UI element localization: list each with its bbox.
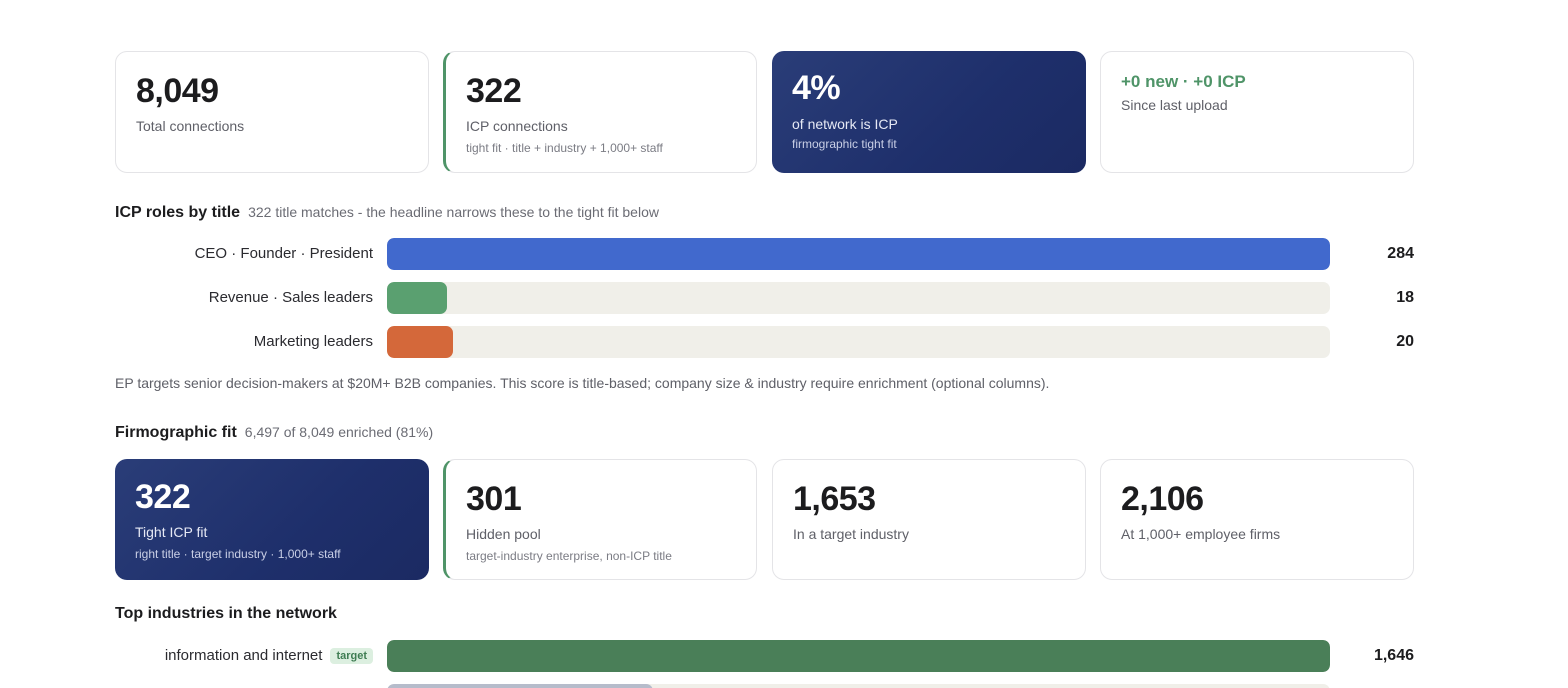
industry-bar-track: [387, 640, 1330, 672]
tight-icp-fit-card: 322 Tight ICP fit right title · target i…: [115, 459, 429, 580]
industry-bar-label-text: information and internet: [164, 647, 323, 664]
role-bar-label: CEO · Founder · President: [195, 245, 373, 262]
enterprise-firms-value: 2,106: [1121, 480, 1204, 518]
network-icp-share-card: 4% of network is ICP firmographic tight …: [772, 51, 1086, 173]
role-bar-track: [387, 282, 1330, 314]
enterprise-firms-card: 2,106 At 1,000+ employee firms: [1100, 459, 1414, 580]
since-last-upload-label: Since last upload: [1121, 97, 1228, 113]
role-bar-label: Revenue · Sales leaders: [209, 289, 373, 306]
industries-heading: Top industries in the network: [115, 605, 337, 622]
new-connections-delta: +0 new · +0 ICP: [1121, 72, 1246, 91]
industry-bar-fill: [387, 684, 653, 688]
firmographic-heading: Firmographic fit 6,497 of 8,049 enriched …: [115, 424, 433, 442]
role-bar-fill: [387, 282, 447, 314]
tight-icp-fit-value: 322: [135, 478, 191, 516]
total-connections-value: 8,049: [136, 72, 219, 110]
target-tag: target: [330, 648, 373, 664]
role-bar-label-text: Marketing leaders: [253, 333, 373, 350]
icp-connections-label: ICP connections: [466, 118, 568, 134]
target-industry-value: 1,653: [793, 480, 876, 518]
role-bar-value: 284: [1387, 245, 1414, 262]
role-bar-fill: [387, 238, 1330, 270]
role-bar-label-text: Revenue · Sales leaders: [208, 289, 373, 306]
icp-connections-value: 322: [466, 72, 522, 110]
target-industry-label: In a target industry: [793, 526, 909, 542]
role-bar-fill: [387, 326, 454, 358]
firmographic-title: Firmographic fit: [115, 424, 237, 441]
hidden-pool-card: 301 Hidden pool target-industry enterpri…: [443, 459, 757, 580]
icp-connections-card: 322 ICP connections tight fit · title + …: [443, 51, 757, 173]
role-bar-value: 18: [1396, 289, 1414, 306]
tight-icp-fit-label: Tight ICP fit: [135, 524, 208, 540]
network-icp-share-sub: firmographic tight fit: [792, 137, 897, 151]
icp-connections-sub: tight fit · title + industry + 1,000+ st…: [466, 141, 663, 155]
hidden-pool-value: 301: [466, 480, 522, 518]
hidden-pool-label: Hidden pool: [466, 526, 541, 542]
enterprise-firms-label: At 1,000+ employee firms: [1121, 526, 1281, 542]
industry-bar-label: information and internet target: [165, 647, 373, 664]
total-connections-label: Total connections: [136, 118, 245, 134]
since-last-upload-card: +0 new · +0 ICP Since last upload: [1100, 51, 1414, 173]
industry-bar-track: [387, 684, 1330, 688]
total-connections-card: 8,049 Total connections: [115, 51, 429, 173]
role-bar-track: [387, 326, 1330, 358]
tight-icp-fit-sub: right title · target industry · 1,000+ s…: [135, 547, 341, 561]
network-icp-share-label: of network is ICP: [792, 116, 898, 132]
role-bar-label: Marketing leaders: [254, 333, 373, 350]
icp-roles-heading: ICP roles by title 322 title matches - th…: [115, 204, 659, 222]
role-bar-track: [387, 238, 1330, 270]
industry-bar-fill: [387, 640, 1330, 672]
roles-footnote: EP targets senior decision-makers at $20…: [115, 375, 1050, 391]
role-bar-label-text: CEO · Founder · President: [194, 245, 373, 262]
icp-roles-note: 322 title matches - the headline narrows…: [248, 204, 659, 220]
network-icp-share-value: 4%: [792, 69, 841, 107]
industry-bar-value: 1,646: [1373, 647, 1414, 664]
firmographic-note: 6,497 of 8,049 enriched (81%): [244, 424, 434, 440]
target-industry-card: 1,653 In a target industry: [772, 459, 1086, 580]
hidden-pool-sub: target-industry enterprise, non-ICP titl…: [466, 549, 672, 563]
role-bar-value: 20: [1396, 333, 1414, 350]
icp-roles-title: ICP roles by title: [115, 204, 241, 221]
